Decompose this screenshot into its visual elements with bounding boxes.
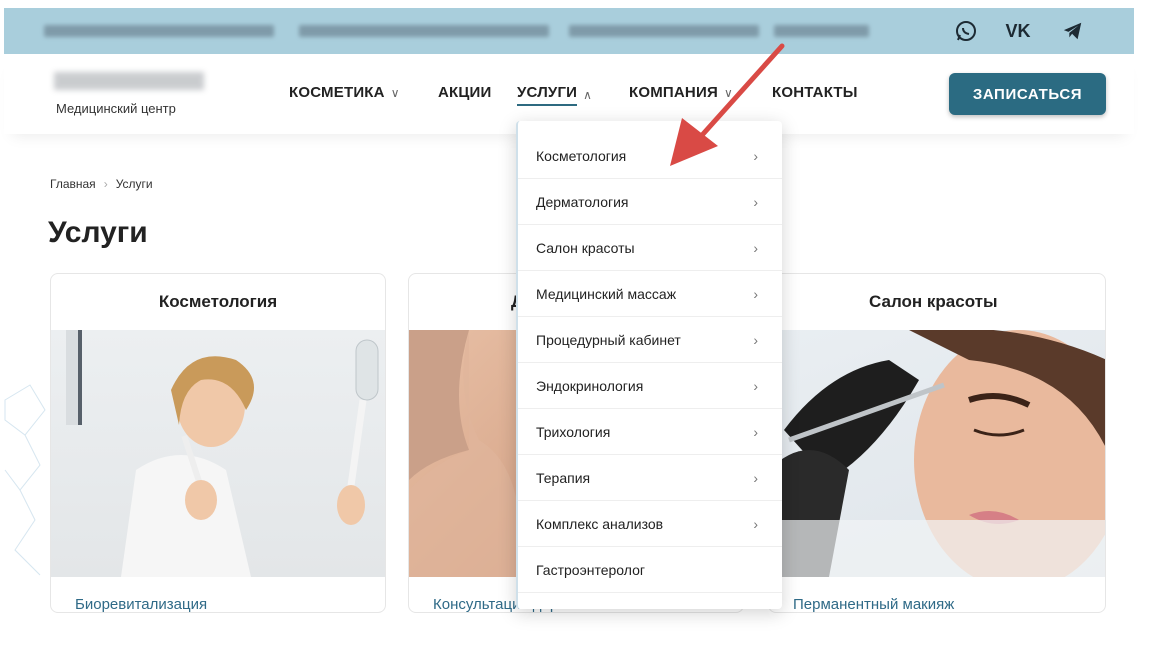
nav-services[interactable]: УСЛУГИ ∧ [517,84,592,106]
chevron-down-icon: ∨ [390,85,400,100]
molecule-decoration [4,384,46,576]
cosmetologist-photo [51,330,385,577]
dropdown-item-label: Косметология [536,147,627,164]
chevron-right-icon: › [753,239,758,256]
chevron-right-icon: › [753,285,758,302]
dropdown-item-endocrinology[interactable]: Эндокринология › [518,363,782,409]
chevron-up-icon: ∧ [583,88,593,102]
top-bar: VK [4,8,1134,54]
telegram-icon[interactable] [1059,17,1087,45]
dropdown-item-label: Медицинский массаж [536,285,677,302]
breadcrumb-separator: › [103,177,108,191]
chevron-right-icon: › [753,469,758,486]
nav-label: КОСМЕТИКА [289,84,385,101]
dropdown-item-beauty-salon[interactable]: Салон красоты › [518,225,782,271]
dropdown-item-label: Салон красоты [536,239,635,256]
chevron-right-icon: › [753,331,758,348]
nav-label: АКЦИИ [438,84,492,101]
nav-cosmetics[interactable]: КОСМЕТИКА ∨ [289,84,400,101]
breadcrumb-home[interactable]: Главная [50,177,96,191]
address-blurred-2 [299,25,549,37]
whatsapp-icon[interactable] [952,17,980,45]
vk-icon[interactable]: VK [1004,17,1032,45]
hours-blurred [569,25,759,37]
nav-promotions[interactable]: АКЦИИ [438,84,492,101]
nav-label: УСЛУГИ [517,84,578,106]
service-card-cosmetology[interactable]: Косметология Биоревитализация [50,273,386,613]
dropdown-item-label: Дерматология [536,193,629,210]
card-title: Салон красоты [869,292,998,311]
dropdown-item-label: Трихология [536,423,611,440]
chevron-right-icon: › [753,193,758,210]
dropdown-item-label: Комплекс анализов [536,515,664,532]
chevron-right-icon: › [753,515,758,532]
dropdown-item-gastroenterologist[interactable]: Гастроэнтеролог [518,547,782,593]
breadcrumb: Главная › Услуги [50,177,153,191]
service-card-beauty-salon[interactable]: Салон красоты Перманентный макияж [768,273,1106,613]
chevron-right-icon: › [753,377,758,394]
breadcrumb-current: Услуги [115,177,153,191]
permanent-makeup-photo [769,328,1105,590]
dropdown-item-therapy[interactable]: Терапия › [518,455,782,501]
dropdown-item-label: Процедурный кабинет [536,331,681,348]
address-blurred [44,25,274,37]
book-appointment-button[interactable]: ЗАПИСАТЬСЯ [949,73,1106,115]
dropdown-item-dermatology[interactable]: Дерматология › [518,179,782,225]
card-link[interactable]: Перманентный макияж [793,596,954,612]
card-title: Косметология [158,292,278,311]
dropdown-item-trichology[interactable]: Трихология › [518,409,782,455]
services-dropdown: Косметология › Дерматология › Салон красот… [516,121,782,609]
dropdown-item-treatment-room[interactable]: Процедурный кабинет › [518,317,782,363]
card-link[interactable]: Биоревитализация [75,596,207,612]
phone-blurred [774,25,869,37]
chevron-right-icon: › [753,423,758,440]
dropdown-item-label: Гастроэнтеролог [536,561,645,578]
dropdown-item-medical-massage[interactable]: Медицинский массаж › [518,271,782,317]
page-title: Услуги [48,216,148,249]
dropdown-item-label: Терапия [536,469,591,486]
logo[interactable] [54,72,204,90]
dropdown-item-label: Эндокринология [536,377,644,394]
dropdown-item-lab-tests[interactable]: Комплекс анализов › [518,501,782,547]
logo-subtitle: Медицинский центр [56,101,176,116]
annotation-arrow [670,43,785,166]
